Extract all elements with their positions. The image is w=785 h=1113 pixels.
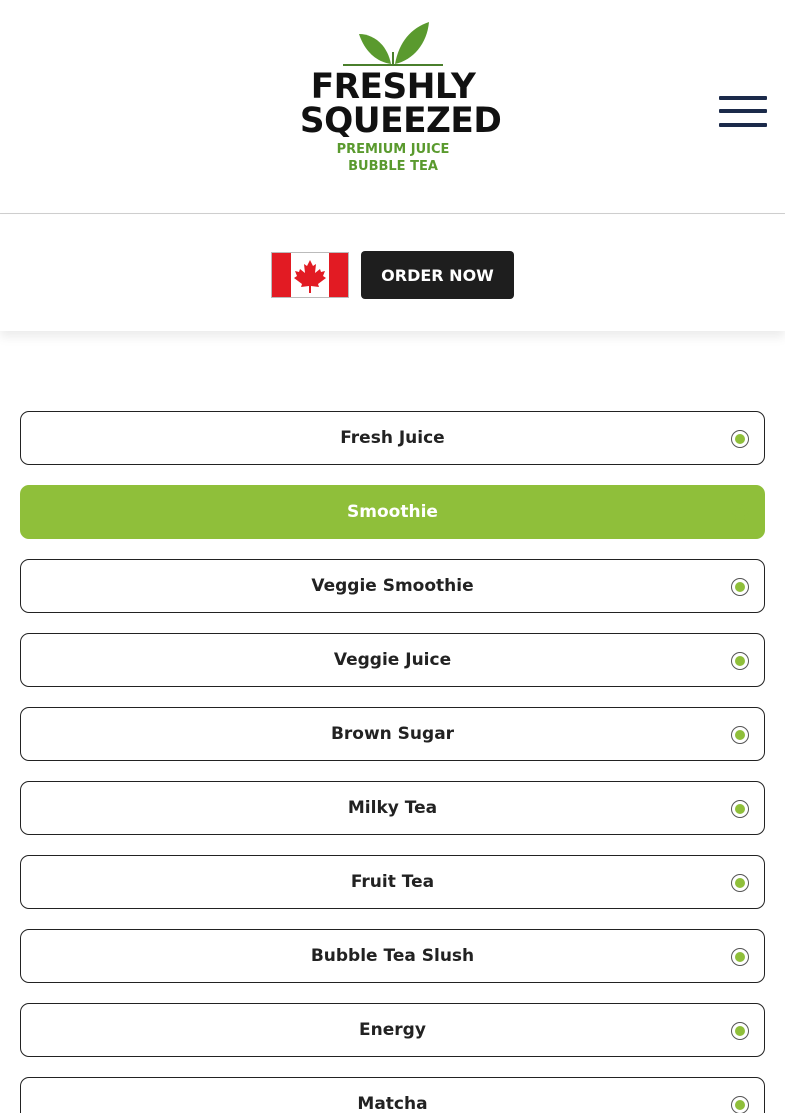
menu-bar-bottom [719, 123, 767, 127]
category-button-fruit-tea[interactable]: Fruit Tea [20, 855, 765, 909]
order-now-button[interactable]: ORDER NOW [361, 251, 514, 299]
radio-dot-icon [731, 1096, 749, 1113]
radio-dot-icon [731, 652, 749, 670]
category-button-fresh-juice[interactable]: Fresh Juice [20, 411, 765, 465]
category-button-matcha[interactable]: Matcha [20, 1077, 765, 1113]
flag-graphic [272, 253, 348, 297]
category-label: Veggie Smoothie [311, 576, 474, 596]
brand-tagline-juice: PREMIUM JUICE [336, 142, 450, 157]
logo-divider [343, 64, 443, 66]
category-label: Brown Sugar [330, 724, 455, 744]
category-button-energy[interactable]: Energy [20, 1003, 765, 1057]
category-label: Bubble Tea Slush [310, 946, 475, 966]
menu-bar-top [719, 96, 767, 100]
category-button-bubble-tea-slush[interactable]: Bubble Tea Slush [20, 929, 765, 983]
category-label: Fruit Tea [350, 872, 435, 892]
radio-dot-icon [731, 1022, 749, 1040]
canada-flag-icon[interactable] [271, 252, 349, 298]
brand-word-freshly: FRESHLY [310, 67, 476, 107]
radio-dot-icon [731, 504, 749, 522]
brand-tagline-bubble-tea: BUBBLE TEA [348, 159, 438, 174]
category-button-veggie-smoothie[interactable]: Veggie Smoothie [20, 559, 765, 613]
radio-dot-icon [731, 430, 749, 448]
category-label: Fresh Juice [340, 428, 445, 448]
category-label: Milky Tea [347, 798, 438, 818]
category-button-milky-tea[interactable]: Milky Tea [20, 781, 765, 835]
radio-dot-icon [731, 874, 749, 892]
category-label: Energy [359, 1020, 426, 1040]
category-button-veggie-juice[interactable]: Veggie Juice [20, 633, 765, 687]
hamburger-menu-icon[interactable] [719, 95, 767, 129]
category-label: Matcha [357, 1094, 428, 1113]
category-label: Veggie Juice [333, 650, 452, 670]
menu-bar-middle [719, 109, 767, 113]
category-button-smoothie[interactable]: Smoothie [20, 485, 765, 539]
radio-dot-icon [731, 800, 749, 818]
site-header: FRESHLY SQUEEZED PREMIUM JUICE BUBBLE TE… [0, 0, 785, 214]
brand-logo[interactable]: FRESHLY SQUEEZED PREMIUM JUICE BUBBLE TE… [298, 18, 502, 178]
radio-dot-icon [731, 578, 749, 596]
radio-dot-icon [731, 726, 749, 744]
category-button-brown-sugar[interactable]: Brown Sugar [20, 707, 765, 761]
brand-word-squeezed: SQUEEZED [299, 101, 502, 141]
radio-dot-icon [731, 948, 749, 966]
leaf-icon [359, 22, 429, 64]
category-label: Smoothie [347, 502, 438, 522]
